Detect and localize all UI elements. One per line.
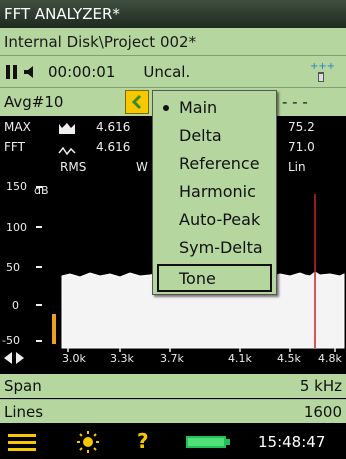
- x-tick-3: 3.7k: [160, 352, 184, 365]
- speaker-icon[interactable]: [22, 64, 38, 80]
- scroll-right-arrow: [16, 352, 24, 364]
- lines-value: 1600: [303, 402, 342, 421]
- elapsed-time: 00:00:01: [48, 62, 116, 81]
- project-path: Internal Disk\Project 002*: [4, 32, 197, 51]
- x-tick-2: 3.3k: [110, 352, 134, 365]
- average-count: Avg#10: [4, 93, 64, 111]
- back-arrow-icon[interactable]: [125, 90, 149, 114]
- lines-row[interactable]: Lines 1600: [0, 399, 346, 423]
- span-row[interactable]: Span 5 kHz: [0, 374, 346, 398]
- title-bar: FFT ANALYZER*: [0, 0, 346, 28]
- battery-icon: [186, 434, 230, 454]
- menu-item-auto-peak[interactable]: Auto-Peak: [153, 205, 276, 233]
- x-tick-4: 4.1k: [228, 352, 252, 365]
- backlight-icon[interactable]: [76, 430, 100, 458]
- signal-icon[interactable]: +++: [310, 60, 335, 88]
- menu-item-reference[interactable]: Reference: [153, 149, 276, 177]
- span-value: 5 kHz: [299, 377, 342, 395]
- x-tick-1: 3.0k: [62, 352, 86, 365]
- level-bar: [52, 314, 56, 344]
- x-tick-6: 4.8k: [318, 352, 342, 365]
- app-title: FFT ANALYZER*: [4, 5, 120, 23]
- selected-bullet-icon: [163, 105, 169, 111]
- taskbar: ? 15:48:47: [0, 425, 346, 459]
- lines-label: Lines: [4, 402, 44, 421]
- menu-item-delta[interactable]: Delta: [153, 121, 276, 149]
- status-bar: 00:00:01 Uncal. +++: [0, 56, 346, 88]
- menu-item-sym-delta[interactable]: Sym-Delta: [153, 233, 276, 261]
- scroll-left-arrow: [4, 352, 12, 364]
- x-tick-5: 4.5k: [277, 352, 301, 365]
- menu-item-tone[interactable]: Tone: [157, 264, 272, 292]
- menu-icon[interactable]: [8, 432, 36, 456]
- clock: 15:48:47: [258, 433, 326, 451]
- menu-item-main[interactable]: Main: [153, 93, 276, 121]
- cursor-mode-menu: Main Delta Reference Harmonic Auto-Peak …: [152, 90, 277, 295]
- pause-icon[interactable]: [6, 64, 18, 80]
- avg-dashes: - - -: [282, 93, 308, 111]
- help-icon[interactable]: ?: [137, 429, 149, 453]
- span-label: Span: [4, 377, 42, 395]
- path-bar[interactable]: Internal Disk\Project 002*: [0, 28, 346, 56]
- calibration-status: Uncal.: [143, 62, 191, 81]
- menu-item-harmonic[interactable]: Harmonic: [153, 177, 276, 205]
- svg-text:+++: +++: [310, 61, 334, 72]
